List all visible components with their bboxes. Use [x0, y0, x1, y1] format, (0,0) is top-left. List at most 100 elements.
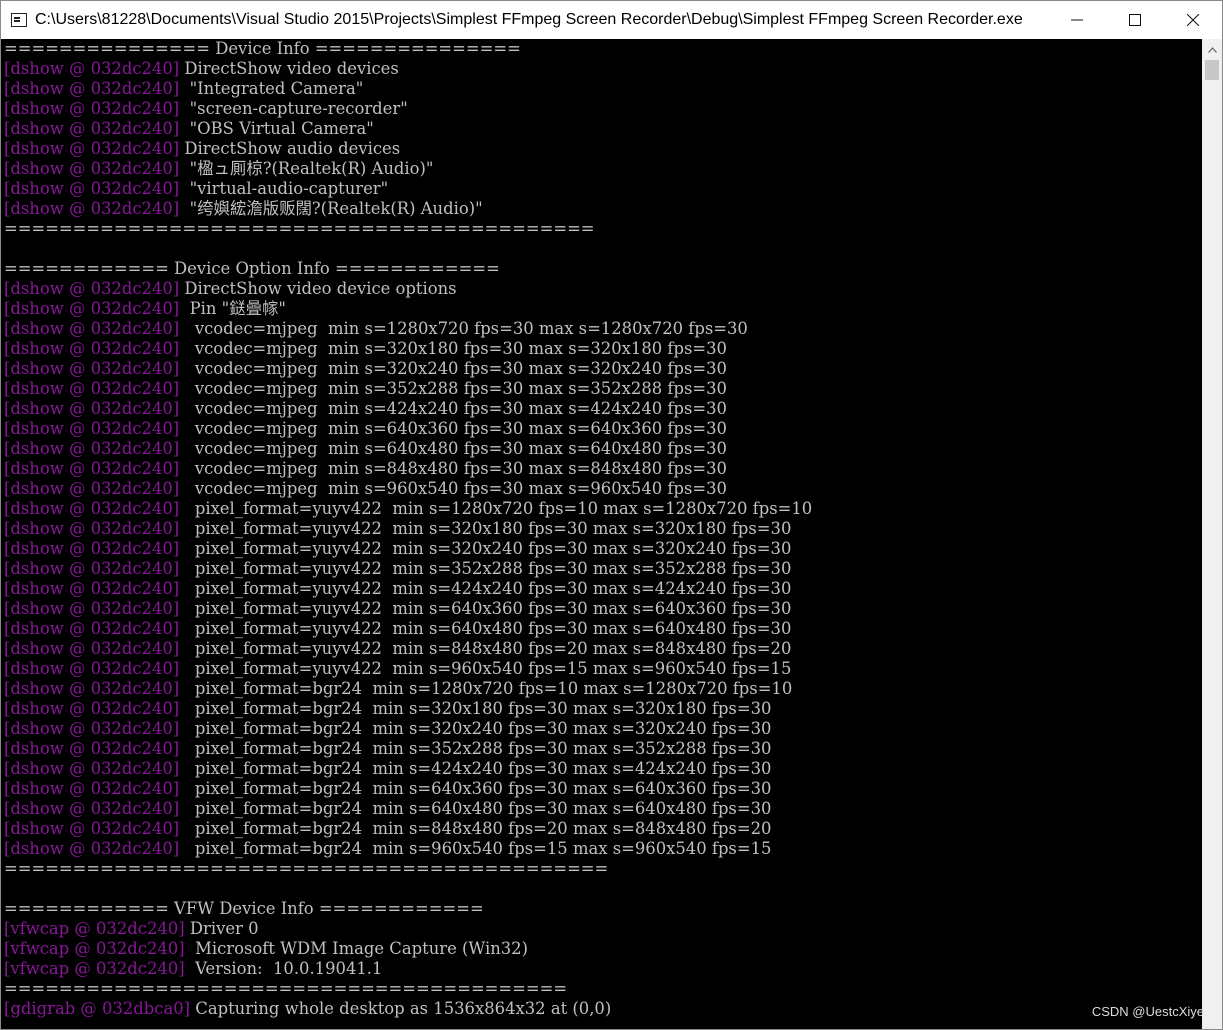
console-line: [dshow @ 032dc240] "OBS Virtual Camera" — [4, 119, 1201, 139]
log-source-tag: [dshow @ 032dc240] — [4, 299, 180, 318]
log-source-tag: [vfwcap @ 032dc240] — [4, 939, 185, 958]
close-button[interactable] — [1164, 1, 1222, 39]
log-source-tag: [dshow @ 032dc240] — [4, 79, 180, 98]
log-source-tag: [dshow @ 032dc240] — [4, 579, 180, 598]
log-source-tag: [dshow @ 032dc240] — [4, 159, 180, 178]
console-line: [vfwcap @ 032dc240] Version: 10.0.19041.… — [4, 959, 1201, 979]
log-message: vcodec=mjpeg min s=320x180 fps=30 max s=… — [179, 339, 727, 358]
log-message: pixel_format=yuyv422 min s=640x360 fps=3… — [179, 599, 792, 618]
log-message: pixel_format=yuyv422 min s=320x240 fps=3… — [179, 539, 792, 558]
log-source-tag: [dshow @ 032dc240] — [4, 339, 180, 358]
console-line: [dshow @ 032dc240] pixel_format=yuyv422 … — [4, 639, 1201, 659]
console-line: [dshow @ 032dc240] DirectShow video devi… — [4, 279, 1201, 299]
log-source-tag: [dshow @ 032dc240] — [4, 279, 180, 298]
log-message: ========================================… — [4, 979, 568, 998]
console-line: ============ Device Option Info ========… — [4, 259, 1201, 279]
log-source-tag: [dshow @ 032dc240] — [4, 819, 180, 838]
console-window: C:\Users\81228\Documents\Visual Studio 2… — [0, 0, 1223, 1030]
console-line: [dshow @ 032dc240] pixel_format=yuyv422 … — [4, 559, 1201, 579]
log-message: "绔嬩綋澹版贩闊?(Realtek(R) Audio)" — [179, 199, 483, 218]
log-source-tag: [dshow @ 032dc240] — [4, 319, 180, 338]
console-line: [dshow @ 032dc240] pixel_format=bgr24 mi… — [4, 819, 1201, 839]
console-line: [dshow @ 032dc240] "virtual-audio-captur… — [4, 179, 1201, 199]
console-line: [dshow @ 032dc240] pixel_format=yuyv422 … — [4, 599, 1201, 619]
log-message: vcodec=mjpeg min s=352x288 fps=30 max s=… — [179, 379, 727, 398]
log-source-tag: [gdigrab @ 032dbca0] — [4, 999, 191, 1018]
maximize-button[interactable] — [1106, 1, 1164, 39]
log-source-tag: [dshow @ 032dc240] — [4, 99, 180, 118]
log-source-tag: [dshow @ 032dc240] — [4, 779, 180, 798]
log-message: ============ Device Option Info ========… — [4, 259, 500, 278]
log-source-tag: [dshow @ 032dc240] — [4, 699, 180, 718]
console-line: [dshow @ 032dc240] vcodec=mjpeg min s=96… — [4, 479, 1201, 499]
log-message: pixel_format=bgr24 min s=424x240 fps=30 … — [179, 759, 772, 778]
console-line: [dshow @ 032dc240] pixel_format=bgr24 mi… — [4, 679, 1201, 699]
log-source-tag: [dshow @ 032dc240] — [4, 419, 180, 438]
log-message: Pin "鎹曡幏" — [179, 299, 286, 318]
log-message: vcodec=mjpeg min s=320x240 fps=30 max s=… — [179, 359, 727, 378]
console-line: [vfwcap @ 032dc240] Microsoft WDM Image … — [4, 939, 1201, 959]
scrollbar-thumb[interactable] — [1205, 60, 1219, 80]
log-message: pixel_format=yuyv422 min s=320x180 fps=3… — [179, 519, 792, 538]
log-message: =============== Device Info ============… — [4, 39, 521, 58]
log-message: pixel_format=yuyv422 min s=1280x720 fps=… — [179, 499, 813, 518]
console-line: [dshow @ 032dc240] pixel_format=bgr24 mi… — [4, 799, 1201, 819]
log-source-tag: [vfwcap @ 032dc240] — [4, 959, 185, 978]
console-line: ========================================… — [4, 859, 1201, 879]
log-message: pixel_format=bgr24 min s=640x480 fps=30 … — [179, 799, 772, 818]
watermark: CSDN @UestcXiye — [1091, 1004, 1204, 1019]
chevron-up-icon — [1207, 47, 1217, 53]
log-source-tag: [dshow @ 032dc240] — [4, 519, 180, 538]
log-message: vcodec=mjpeg min s=640x480 fps=30 max s=… — [179, 439, 727, 458]
log-source-tag: [dshow @ 032dc240] — [4, 439, 180, 458]
console-line: [dshow @ 032dc240] pixel_format=yuyv422 … — [4, 619, 1201, 639]
console-line: [dshow @ 032dc240] pixel_format=bgr24 mi… — [4, 839, 1201, 859]
log-source-tag: [dshow @ 032dc240] — [4, 599, 180, 618]
log-source-tag: [dshow @ 032dc240] — [4, 479, 180, 498]
log-message: vcodec=mjpeg min s=848x480 fps=30 max s=… — [179, 459, 727, 478]
log-source-tag: [dshow @ 032dc240] — [4, 619, 180, 638]
console-line: [vfwcap @ 032dc240] Driver 0 — [4, 919, 1201, 939]
console-output[interactable]: =============== Device Info ============… — [4, 39, 1201, 1029]
console-line: [dshow @ 032dc240] vcodec=mjpeg min s=64… — [4, 419, 1201, 439]
console-line: [dshow @ 032dc240] pixel_format=bgr24 mi… — [4, 759, 1201, 779]
console-line: ============ VFW Device Info ===========… — [4, 899, 1201, 919]
log-message: vcodec=mjpeg min s=1280x720 fps=30 max s… — [179, 319, 748, 338]
console-line: ========================================… — [4, 219, 1201, 239]
log-message: pixel_format=bgr24 min s=960x540 fps=15 … — [179, 839, 772, 858]
log-source-tag: [dshow @ 032dc240] — [4, 379, 180, 398]
log-source-tag: [dshow @ 032dc240] — [4, 359, 180, 378]
title-bar[interactable]: C:\Users\81228\Documents\Visual Studio 2… — [1, 1, 1222, 39]
console-line: [dshow @ 032dc240] vcodec=mjpeg min s=35… — [4, 379, 1201, 399]
minimize-icon — [1071, 19, 1083, 21]
console-line: =============== Device Info ============… — [4, 39, 1201, 59]
log-message: "OBS Virtual Camera" — [179, 119, 374, 138]
scroll-up-arrow[interactable] — [1202, 41, 1222, 59]
log-message: vcodec=mjpeg min s=640x360 fps=30 max s=… — [179, 419, 727, 438]
console-line: [dshow @ 032dc240] vcodec=mjpeg min s=32… — [4, 359, 1201, 379]
log-message: pixel_format=yuyv422 min s=960x540 fps=1… — [179, 659, 792, 678]
log-message: "screen-capture-recorder" — [179, 99, 408, 118]
console-line: [dshow @ 032dc240] pixel_format=yuyv422 … — [4, 579, 1201, 599]
log-message: DirectShow video device options — [179, 279, 457, 298]
log-message: Version: 10.0.19041.1 — [184, 959, 383, 978]
log-source-tag: [dshow @ 032dc240] — [4, 739, 180, 758]
log-source-tag: [dshow @ 032dc240] — [4, 559, 180, 578]
vertical-scrollbar[interactable] — [1202, 39, 1222, 1029]
log-source-tag: [dshow @ 032dc240] — [4, 119, 180, 138]
log-message: pixel_format=bgr24 min s=1280x720 fps=10… — [179, 679, 793, 698]
log-source-tag: [dshow @ 032dc240] — [4, 539, 180, 558]
console-line: [dshow @ 032dc240] vcodec=mjpeg min s=84… — [4, 459, 1201, 479]
console-line: [dshow @ 032dc240] pixel_format=bgr24 mi… — [4, 739, 1201, 759]
log-message: "virtual-audio-capturer" — [179, 179, 389, 198]
log-source-tag: [dshow @ 032dc240] — [4, 499, 180, 518]
console-line: [dshow @ 032dc240] "Integrated Camera" — [4, 79, 1201, 99]
console-line: [dshow @ 032dc240] vcodec=mjpeg min s=64… — [4, 439, 1201, 459]
log-message: pixel_format=yuyv422 min s=352x288 fps=3… — [179, 559, 792, 578]
log-source-tag: [dshow @ 032dc240] — [4, 799, 180, 818]
console-line: [dshow @ 032dc240] DirectShow video devi… — [4, 59, 1201, 79]
log-source-tag: [dshow @ 032dc240] — [4, 399, 180, 418]
minimize-button[interactable] — [1048, 1, 1106, 39]
console-line: [dshow @ 032dc240] pixel_format=bgr24 mi… — [4, 779, 1201, 799]
